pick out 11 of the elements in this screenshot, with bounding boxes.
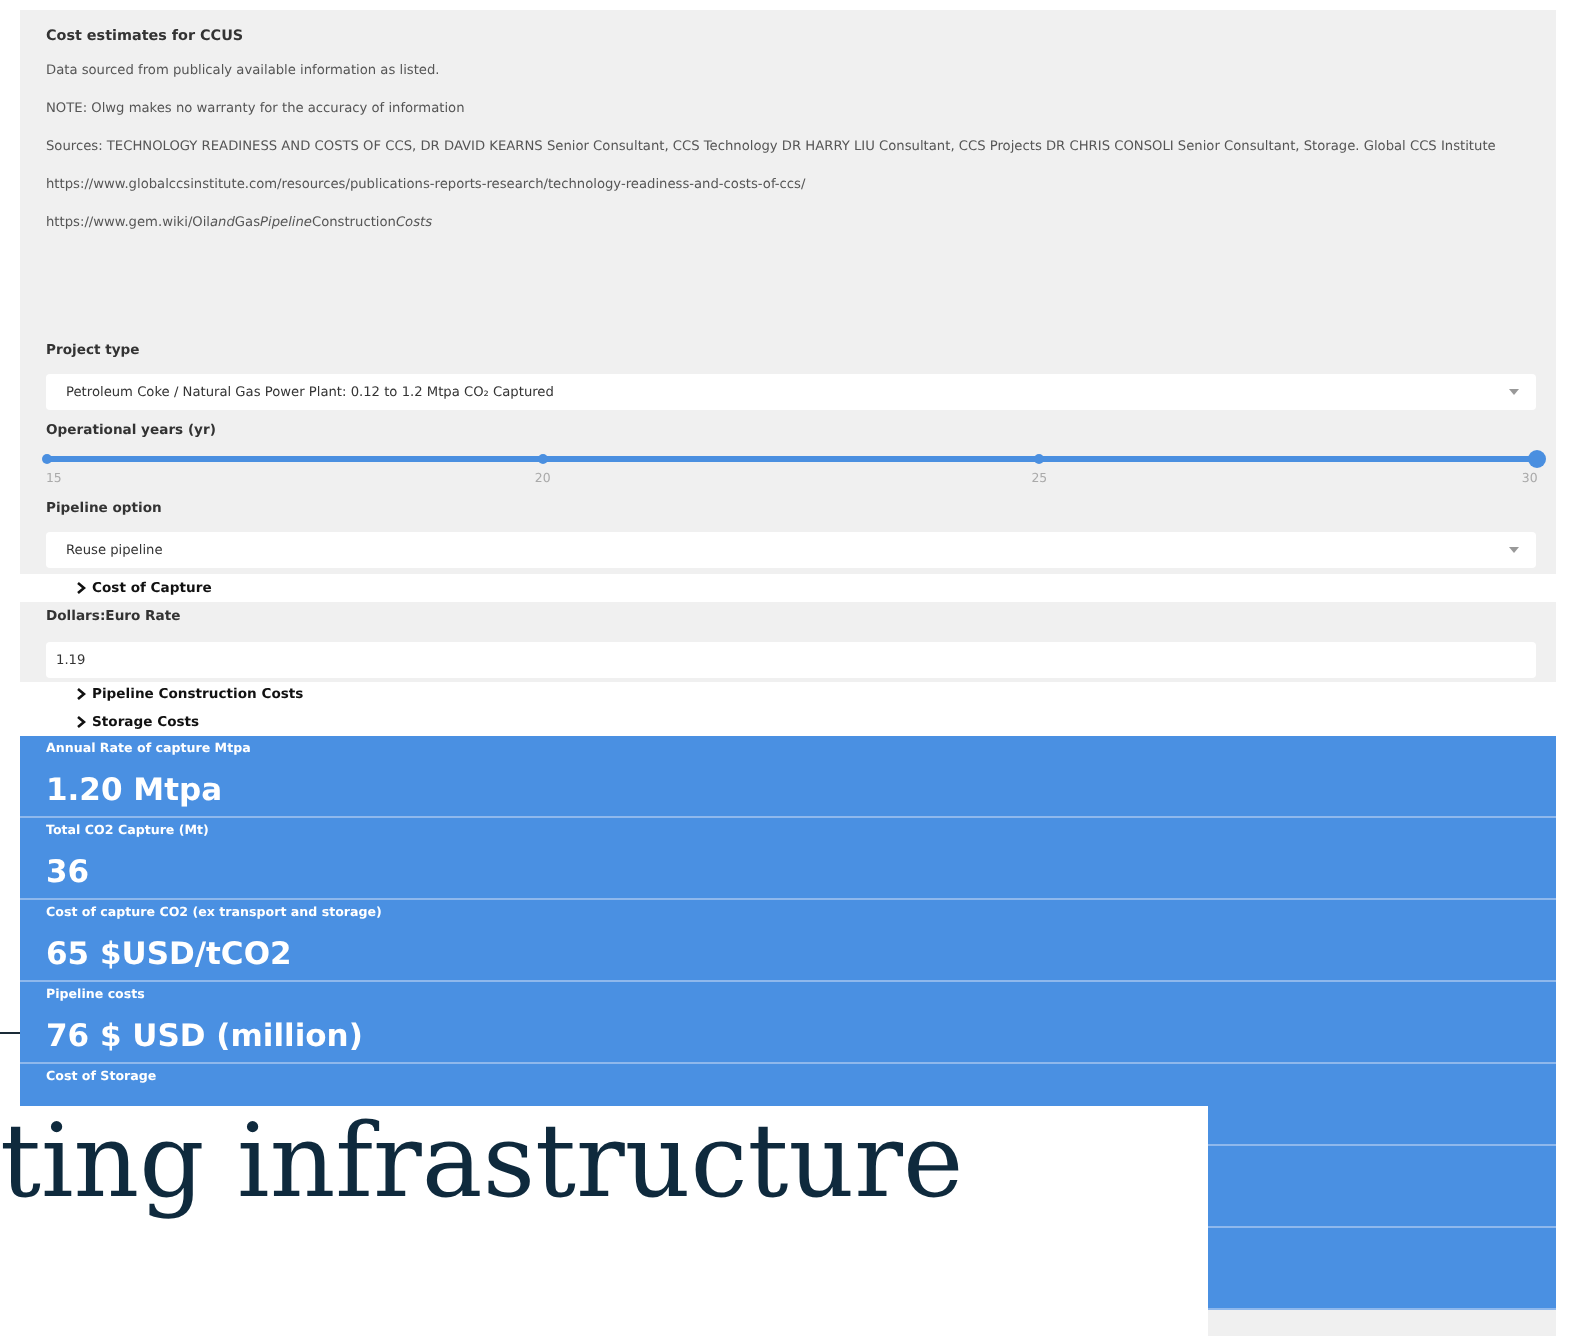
chevron-icon <box>76 581 86 594</box>
slider-thumb[interactable] <box>1527 450 1545 468</box>
chevron-icon <box>76 688 86 701</box>
caret-icon <box>1508 546 1520 554</box>
metric-value: 1.20 Mtpa <box>46 769 225 811</box>
metric-value: 65 $USD/tCO2 <box>46 933 294 975</box>
page-heading: ting infrastructure <box>0 1106 964 1222</box>
caret-icon <box>1508 388 1520 396</box>
metric-value: 36 <box>46 851 92 893</box>
metric-value: 76 $ USD (million) <box>46 1015 365 1057</box>
chevron-icon <box>76 715 86 728</box>
